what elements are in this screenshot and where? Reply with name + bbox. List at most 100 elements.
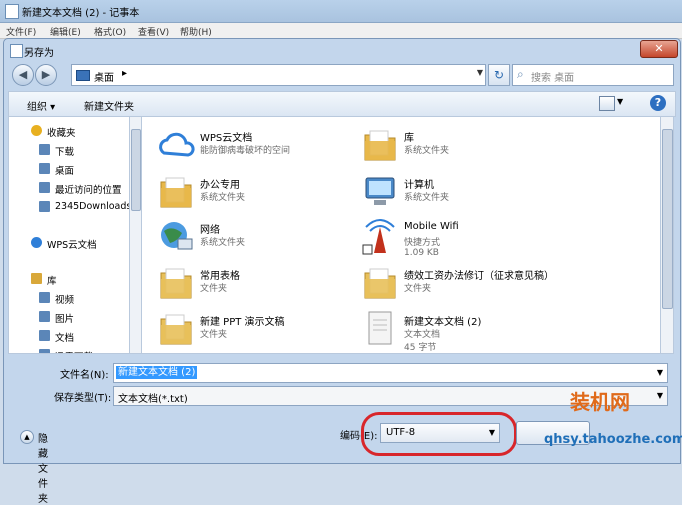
view-dropdown-icon[interactable]: ▼ [617, 97, 623, 106]
file-item-type: 文件夹 [200, 330, 228, 340]
nav-item-label: 视频 [55, 295, 75, 306]
notepad-title: 新建文本文档 (2) - 记事本 [22, 8, 140, 19]
folder-icon [39, 201, 50, 212]
nav-item[interactable]: 最近访问的位置 [9, 180, 130, 196]
nav-item-label: 最近访问的位置 [55, 185, 122, 196]
computer-icon [360, 172, 400, 212]
address-dropdown-icon[interactable]: ▼ [477, 68, 483, 77]
file-list-scrollbar-thumb[interactable] [662, 129, 673, 309]
wifi-shortcut-icon [360, 217, 400, 257]
star-icon [31, 125, 42, 136]
file-item-type: 快捷方式 [404, 238, 441, 248]
refresh-button[interactable]: ↻ [488, 64, 510, 86]
nav-item-label: 下载 [55, 147, 75, 158]
file-item-name: Mobile Wifi [404, 221, 459, 232]
picture-library-icon [39, 311, 50, 322]
file-item-type: 文件夹 [404, 284, 432, 294]
address-location[interactable]: 桌面 [94, 69, 114, 84]
cloud-icon [156, 125, 196, 165]
file-item-name: 网络 [200, 225, 220, 236]
menu-file[interactable]: 文件(F) [6, 25, 36, 38]
search-placeholder: 搜索 桌面 [531, 73, 575, 84]
nav-item[interactable]: 桌面 [9, 161, 130, 177]
breadcrumb-chevron-icon[interactable]: ▸ [122, 68, 127, 79]
file-item-type: 文件夹 [200, 284, 228, 294]
watermark: 装机网 qhsy.tahoozhe.com [540, 380, 682, 462]
back-button[interactable]: ◀ [12, 64, 34, 86]
folder-icon [156, 263, 196, 303]
nav-item-label: 迅雷下载 [55, 349, 93, 353]
file-item-name: 常用表格 [200, 271, 240, 282]
nav-item[interactable]: 2345Downloads [9, 199, 130, 215]
nav-item[interactable]: 视频 [9, 290, 130, 306]
help-icon[interactable]: ? [650, 95, 666, 111]
file-item-type: 文本文档 [404, 330, 441, 340]
file-item[interactable]: 新建文本文档 (2) 文本文档 45 字节 [360, 309, 600, 353]
desktop-icon [39, 163, 50, 174]
document-library-icon [39, 330, 50, 341]
nav-item-label: 文档 [55, 333, 75, 344]
menu-help[interactable]: 帮助(H) [180, 25, 212, 38]
nav-item[interactable]: 库 [9, 271, 130, 287]
file-item-type: 系统文件夹 [200, 193, 246, 203]
library-icon [31, 273, 42, 284]
user-folder-icon [156, 172, 196, 212]
notepad-titlebar: 新建文本文档 (2) - 记事本 [0, 0, 682, 23]
nav-item-label: 桌面 [55, 166, 75, 177]
new-folder-button[interactable]: 新建文件夹 [84, 98, 134, 113]
chevron-up-icon: ▲ [20, 430, 34, 444]
download-folder-icon [39, 144, 50, 155]
highlight-ring [361, 412, 517, 456]
file-item-type: 系统文件夹 [200, 238, 246, 248]
file-item-name: 绩效工资办法修订（征求意见稿） [404, 271, 554, 282]
text-document-icon [360, 309, 400, 349]
nav-item[interactable]: 收藏夹 [9, 123, 130, 139]
watermark-url: qhsy.tahoozhe.com [544, 432, 682, 447]
close-button[interactable]: ✕ [640, 40, 678, 58]
nav-item[interactable]: 下载 [9, 142, 130, 158]
filetype-label: 保存类型(T): [54, 393, 112, 404]
nav-item[interactable]: 迅雷下载 [9, 347, 130, 353]
file-list-scrollbar[interactable] [660, 116, 674, 354]
back-arrow-icon: ◀ [18, 68, 28, 81]
folder-icon [360, 263, 400, 303]
file-item-type: 能防御病毒破坏的空间 [200, 146, 291, 156]
nav-item-label: 2345Downloads [55, 201, 131, 212]
file-item-name: 库 [404, 133, 414, 144]
notepad-menubar: 文件(F) 编辑(E) 格式(O) 查看(V) 帮助(H) [0, 23, 682, 39]
menu-format[interactable]: 格式(O) [94, 25, 126, 38]
folder-icon [156, 309, 196, 349]
nav-item[interactable]: 图片 [9, 309, 130, 325]
search-input[interactable]: ⌕ 搜索 桌面 [512, 64, 674, 86]
file-item[interactable]: 计算机 系统文件夹 [360, 172, 600, 216]
file-item[interactable]: 绩效工资办法修订（征求意见稿） 文件夹 [360, 263, 600, 307]
nav-item-label: WPS云文档 [47, 240, 97, 251]
nav-item[interactable]: 文档 [9, 328, 130, 344]
forward-button[interactable]: ▶ [35, 64, 57, 86]
recent-places-icon [39, 182, 50, 193]
nav-scrollbar-thumb[interactable] [131, 129, 141, 211]
file-item-size: 1.09 KB [404, 248, 439, 258]
file-list: WPS云文档 能防御病毒破坏的空间库系统文件夹 办公专用 系统文件夹 计算机 系统文件夹网… [141, 116, 661, 354]
file-item[interactable]: Mobile Wifi 快捷方式 1.09 KB [360, 217, 600, 261]
nav-item[interactable]: WPS云文档 [9, 235, 130, 251]
filename-value[interactable]: 新建文本文档 (2) [116, 366, 198, 379]
thunder-download-icon [39, 349, 50, 353]
file-item-name: 计算机 [404, 180, 434, 191]
navigation-pane: 收藏夹下载桌面最近访问的位置 2345Downloads WPS云文档库视频图片文档… [8, 116, 131, 354]
view-options-icon[interactable] [599, 96, 615, 111]
dialog-title: 另存为 [24, 48, 54, 59]
watermark-brand: 装机网 [570, 390, 630, 414]
menu-edit[interactable]: 编辑(E) [50, 25, 81, 38]
address-bar[interactable]: 桌面 ▸ ▼ [71, 64, 486, 86]
filename-dropdown-icon[interactable]: ▼ [657, 368, 663, 377]
library-icon [360, 125, 400, 165]
file-item-name: WPS云文档 [200, 133, 253, 144]
organize-button[interactable]: 组织 ▾ [27, 98, 55, 113]
notepad-icon [5, 4, 19, 19]
search-icon: ⌕ [517, 67, 524, 81]
forward-arrow-icon: ▶ [41, 68, 51, 81]
menu-view[interactable]: 查看(V) [138, 25, 169, 38]
nav-item-label: 收藏夹 [47, 128, 76, 139]
file-item[interactable]: 库系统文件夹 [360, 125, 600, 169]
